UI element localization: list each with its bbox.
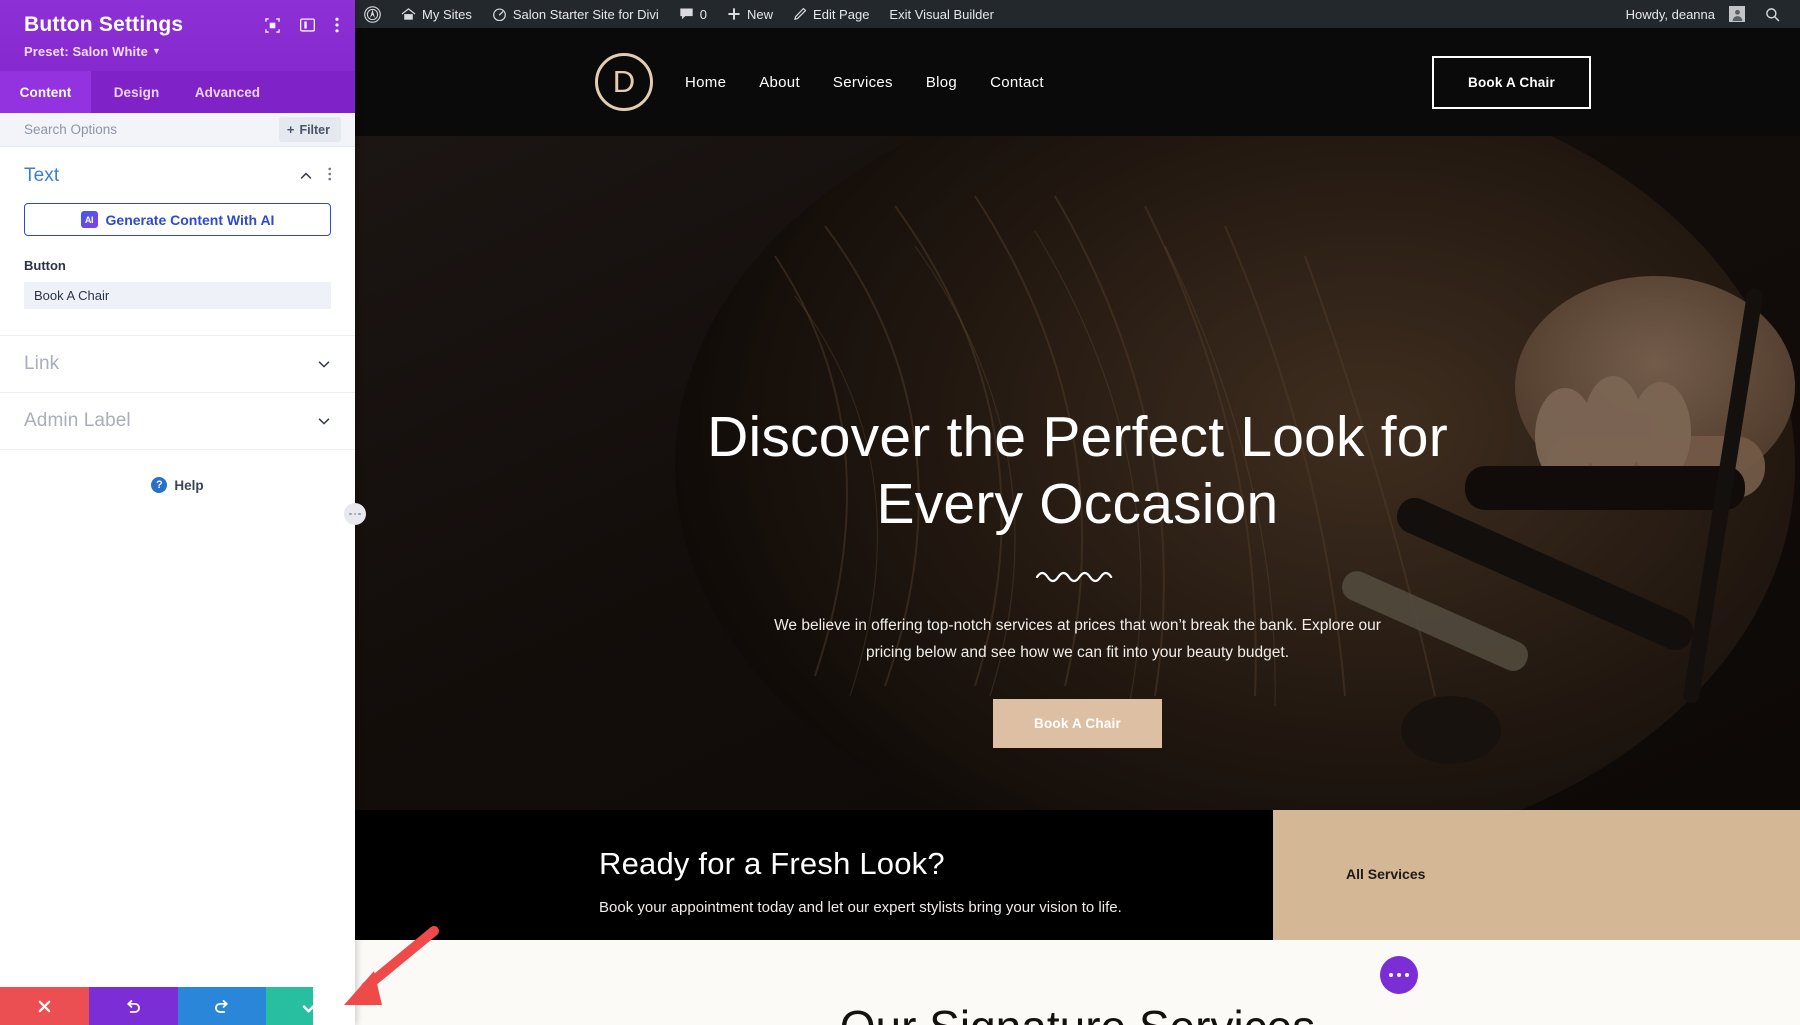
preset-label: Preset: Salon White	[24, 44, 148, 59]
hero-section: Discover the Perfect Look for Every Occa…	[355, 136, 1800, 810]
section-link[interactable]: Link	[0, 336, 355, 393]
section-link-title: Link	[24, 353, 60, 374]
header-book-a-chair-button[interactable]: Book A Chair	[1432, 55, 1591, 109]
help-icon: ?	[151, 477, 168, 493]
services-heading: Our Signature Services	[840, 1000, 1316, 1025]
cta-strip: Ready for a Fresh Look? Book your appoin…	[355, 810, 1800, 940]
panel-header: Button Settings Preset: Salon White ▼	[0, 0, 355, 71]
main-navigation: Home About Services Blog Contact	[685, 74, 1044, 91]
cta-left-column: Ready for a Fresh Look? Book your appoin…	[355, 810, 1273, 940]
section-text-title[interactable]: Text	[24, 165, 299, 187]
help-label: Help	[174, 477, 204, 493]
site-name-label: Salon Starter Site for Divi	[512, 6, 659, 22]
hero-paragraph: We believe in offering top-notch service…	[774, 617, 1381, 662]
comments-menu[interactable]: 0	[669, 0, 717, 28]
page-title: Button Settings	[24, 13, 184, 36]
preset-selector[interactable]: Preset: Salon White ▼	[24, 44, 339, 59]
my-sites-label: My Sites	[422, 6, 472, 22]
generate-content-with-ai-button[interactable]: AI Generate Content With AI	[24, 203, 331, 236]
nav-item-blog[interactable]: Blog	[926, 74, 957, 91]
wordpress-logo-icon[interactable]	[355, 0, 391, 28]
howdy-label: Howdy, deanna	[1625, 6, 1715, 22]
more-options-fab[interactable]	[1380, 956, 1418, 994]
edit-page-link[interactable]: Edit Page	[783, 0, 879, 28]
section-admin-label-title: Admin Label	[24, 410, 131, 431]
cta-heading: Ready for a Fresh Look?	[599, 846, 945, 881]
sites-icon	[401, 8, 416, 20]
site-logo[interactable]: D	[595, 53, 653, 111]
site-preview: D Home About Services Blog Contact Book …	[355, 28, 1800, 1025]
dashboard-icon	[492, 8, 506, 21]
chevron-up-icon[interactable]	[299, 169, 313, 183]
section-admin-label[interactable]: Admin Label	[0, 393, 355, 450]
nav-item-about[interactable]: About	[759, 74, 800, 91]
chevron-down-icon	[317, 357, 331, 371]
redo-button[interactable]	[177, 987, 267, 1025]
generate-ai-label: Generate Content With AI	[105, 211, 275, 228]
search-icon[interactable]	[1755, 0, 1790, 28]
new-label: New	[747, 6, 774, 22]
wordpress-admin-bar: My Sites Salon Starter Site for Divi 0 N…	[355, 0, 1800, 28]
filter-button-label: Filter	[299, 122, 330, 137]
avatar	[1729, 6, 1745, 22]
builder-action-bar	[0, 983, 355, 1025]
section-more-icon[interactable]	[327, 167, 332, 186]
new-content-menu[interactable]: New	[717, 0, 783, 28]
nav-item-home[interactable]: Home	[685, 74, 726, 91]
tab-design[interactable]: Design	[91, 71, 182, 113]
button-text-input[interactable]	[24, 282, 331, 309]
exit-visual-builder-link[interactable]: Exit Visual Builder	[879, 0, 1004, 28]
panel-tabs: Content Design Advanced	[0, 71, 355, 113]
more-vertical-icon[interactable]	[335, 17, 339, 38]
panel-body: Text AI Generate Content With AI Button …	[0, 147, 355, 1025]
edit-page-label: Edit Page	[813, 6, 870, 22]
button-settings-panel: Button Settings Preset: Salon White ▼ Co…	[0, 0, 366, 1025]
chevron-down-icon	[317, 414, 331, 428]
hero-heading: Discover the Perfect Look for Every Occa…	[707, 405, 1448, 536]
comment-icon	[680, 8, 693, 20]
pencil-icon	[794, 7, 807, 20]
howdy-user-menu[interactable]: Howdy, deanna	[1617, 0, 1755, 28]
ai-badge-icon: AI	[80, 211, 98, 228]
plus-icon: +	[286, 122, 295, 137]
services-section: Our Signature Services	[355, 940, 1800, 1025]
help-link[interactable]: ? Help	[0, 450, 355, 493]
site-header: D Home About Services Blog Contact Book …	[355, 28, 1800, 136]
comment-count: 0	[699, 6, 708, 22]
discard-button[interactable]	[0, 987, 89, 1025]
focus-icon[interactable]	[265, 17, 280, 38]
annotation-arrow	[344, 926, 439, 1005]
search-input[interactable]	[24, 122, 279, 137]
chevron-down-icon: ▼	[151, 46, 161, 56]
wave-divider-icon	[1035, 572, 1112, 583]
section-text: Text AI Generate Content With AI Button …	[0, 147, 355, 335]
search-options-row: + Filter	[0, 113, 355, 147]
button-field-label: Button	[24, 258, 66, 273]
all-services-link[interactable]: All Services	[1346, 866, 1425, 882]
hero-book-a-chair-button[interactable]: Book A Chair	[993, 698, 1162, 748]
nav-item-services[interactable]: Services	[833, 74, 893, 91]
site-name-menu[interactable]: Salon Starter Site for Divi	[482, 0, 669, 28]
cta-paragraph: Book your appointment today and let our …	[599, 899, 1122, 916]
undo-button[interactable]	[88, 987, 178, 1025]
plus-icon	[728, 8, 740, 20]
screen-root: Button Settings Preset: Salon White ▼ Co…	[0, 0, 1800, 1025]
my-sites-menu[interactable]: My Sites	[391, 0, 482, 28]
filter-button[interactable]: + Filter	[278, 117, 341, 142]
nav-item-contact[interactable]: Contact	[990, 74, 1044, 91]
panel-resize-handle[interactable]	[344, 503, 366, 525]
cta-right-column: All Services	[1273, 810, 1800, 940]
tab-content[interactable]: Content	[0, 71, 91, 113]
layout-toggle-icon[interactable]	[299, 18, 316, 37]
tab-advanced[interactable]: Advanced	[182, 71, 273, 113]
